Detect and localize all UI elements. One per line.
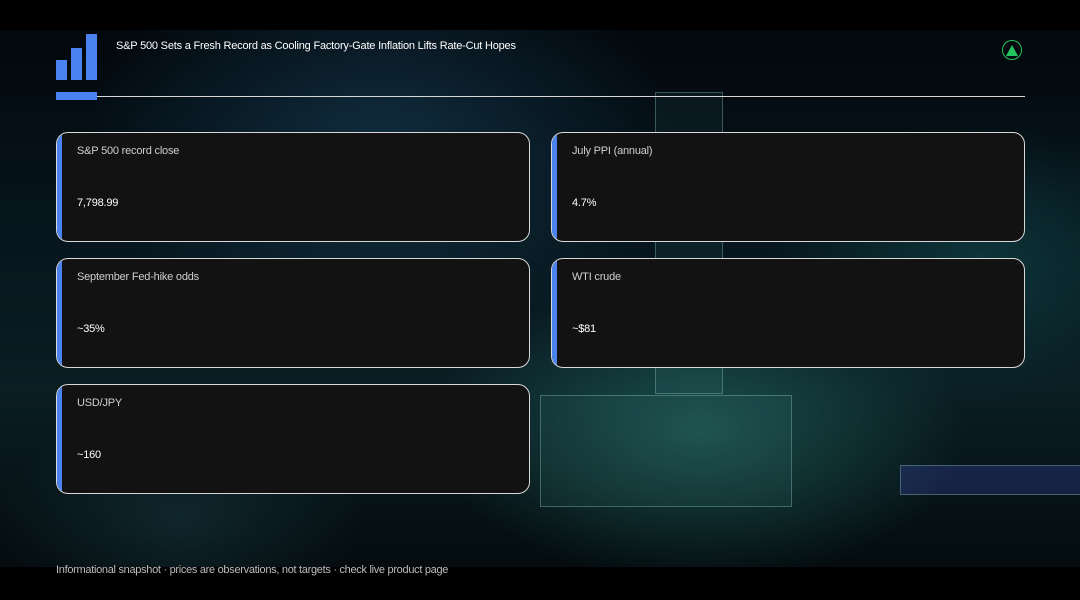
- card-accent-bar: [57, 385, 62, 493]
- top-letterbox: [0, 0, 1080, 30]
- metric-value: ~160: [77, 449, 101, 461]
- metric-card-usdjpy: USD/JPY ~160: [56, 384, 530, 494]
- logo-bar-short: [56, 60, 67, 80]
- background-glass-block: [540, 395, 792, 507]
- background-blue-strip: [900, 465, 1080, 495]
- metric-label: S&P 500 record close: [77, 145, 180, 157]
- metric-card-fed-odds: September Fed-hike odds ~35%: [56, 258, 530, 368]
- card-accent-bar: [57, 259, 62, 367]
- metric-label: July PPI (annual): [572, 145, 653, 157]
- metric-card-ppi: July PPI (annual) 4.7%: [551, 132, 1025, 242]
- metric-card-sp500: S&P 500 record close 7,798.99: [56, 132, 530, 242]
- metric-label: WTI crude: [572, 271, 621, 283]
- card-accent-bar: [552, 133, 557, 241]
- metric-value: 7,798.99: [77, 197, 119, 209]
- footer-disclaimer: Informational snapshot · prices are obse…: [56, 564, 449, 576]
- header-divider: [97, 96, 1025, 97]
- card-accent-bar: [57, 133, 62, 241]
- metric-value: ~35%: [77, 323, 105, 335]
- metric-value: ~$81: [572, 323, 596, 335]
- metric-label: September Fed-hike odds: [77, 271, 199, 283]
- metric-value: 4.7%: [572, 197, 597, 209]
- page-title: S&P 500 Sets a Fresh Record as Cooling F…: [116, 40, 516, 52]
- bar-chart-logo-icon: [56, 34, 98, 100]
- logo-bar-medium: [71, 48, 82, 80]
- logo-bar-tall: [86, 34, 97, 80]
- metric-label: USD/JPY: [77, 397, 123, 409]
- logo-underline: [56, 92, 97, 100]
- card-accent-bar: [552, 259, 557, 367]
- up-arrow-circle-icon: [1002, 40, 1022, 60]
- metric-card-wti-crude: WTI crude ~$81: [551, 258, 1025, 368]
